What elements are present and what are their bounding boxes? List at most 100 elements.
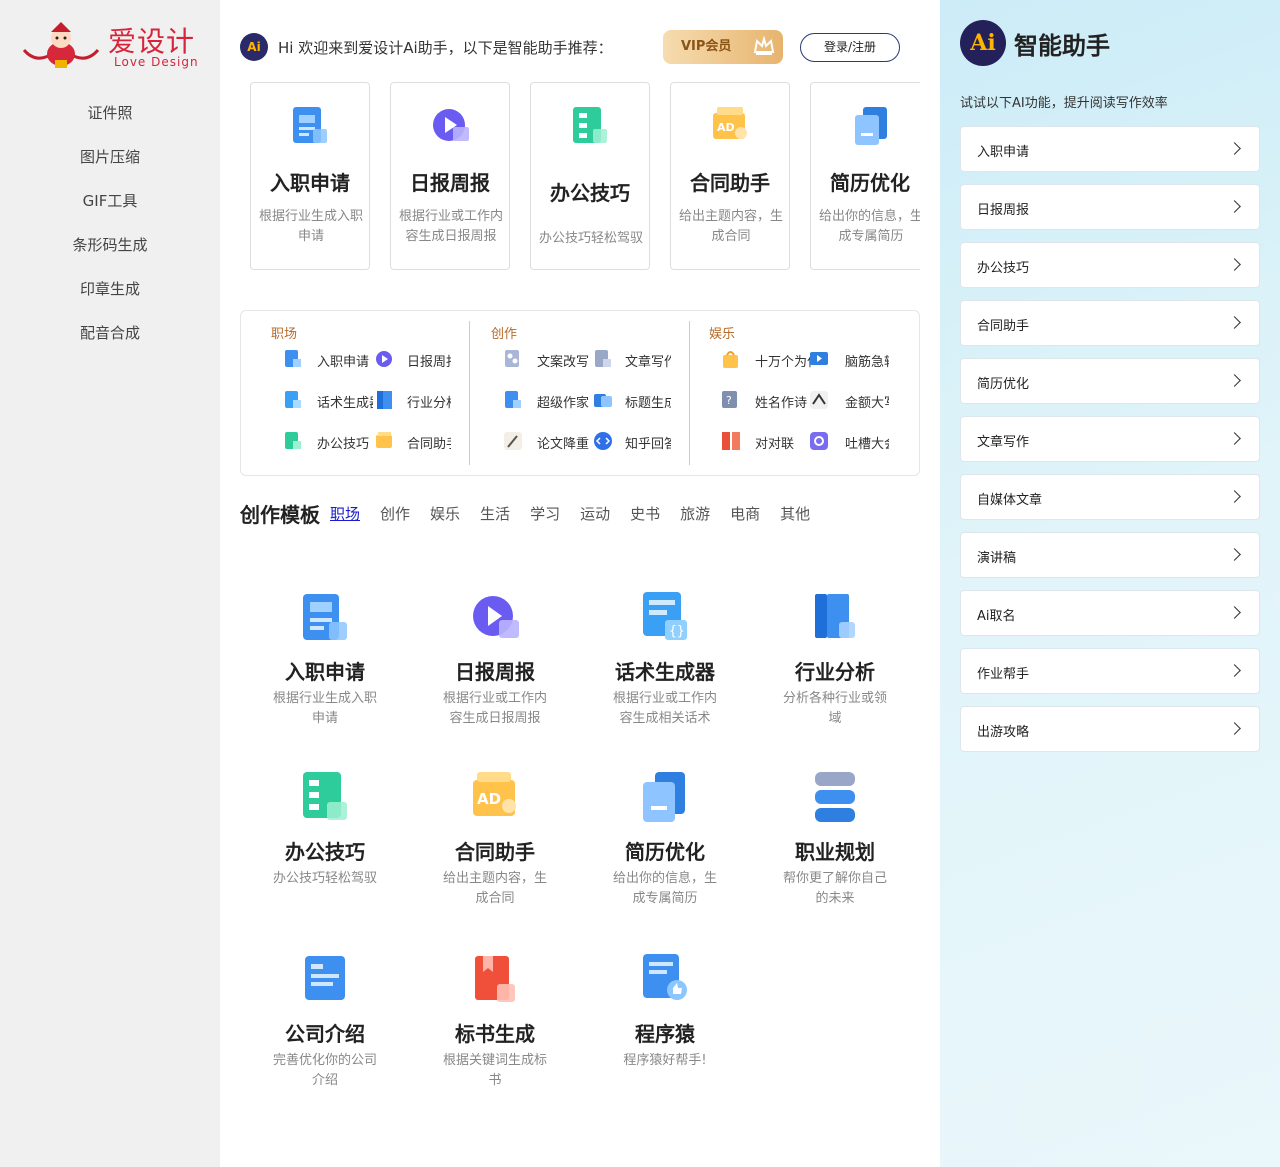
left-nav-item[interactable]: 印章生成 <box>0 270 220 314</box>
card-title: 入职申请 <box>270 171 350 195</box>
chevron-right-icon <box>1228 722 1241 735</box>
book-blue-icon <box>815 594 855 638</box>
left-nav-item[interactable]: GIF工具 <box>0 182 220 226</box>
recommend-card[interactable]: 简历优化 给出你的信息，生成专属简历 <box>810 82 920 270</box>
template-item[interactable]: 标书生成 根据关键词生成标书 <box>425 952 565 1091</box>
template-item[interactable]: {} 话术生成器 根据行业或工作内容生成相关话术 <box>595 590 735 729</box>
left-nav-item[interactable]: 图片压缩 <box>0 138 220 182</box>
play-purple-icon <box>433 109 469 141</box>
category-heading: 职场 <box>271 327 298 342</box>
template-item[interactable]: 简历优化 给出你的信息，生成专属简历 <box>595 770 735 909</box>
assistant-item[interactable]: 办公技巧 <box>960 242 1260 288</box>
left-nav-item[interactable]: 配音合成 <box>0 314 220 358</box>
template-title: 简历优化 <box>625 840 705 864</box>
assistant-item[interactable]: 演讲稿 <box>960 532 1260 578</box>
vip-button[interactable]: VIP会员 <box>663 30 783 64</box>
category-item[interactable]: 论文降重 <box>537 433 595 452</box>
recommend-card[interactable]: AD 合同助手 给出主题内容，生成合同 <box>670 82 790 270</box>
folder-blue-icon <box>855 107 887 145</box>
category-item[interactable]: 标题生成 <box>625 392 671 411</box>
document-blue-icon <box>505 391 521 408</box>
template-item[interactable]: AD 合同助手 给出主题内容，生成合同 <box>425 770 565 909</box>
assistant-item-label: 作业帮手 <box>977 667 1030 682</box>
category-item[interactable]: 金额大写 <box>845 392 889 411</box>
tab-workplace[interactable]: 职场 <box>330 503 360 524</box>
ai-logo-icon: Ai <box>960 20 1006 66</box>
assistant-item[interactable]: 入职申请 <box>960 126 1260 172</box>
tab-study[interactable]: 学习 <box>530 503 560 524</box>
greeting-text: Hi 欢迎来到爱设计Ai助手，以下是智能助手推荐： <box>278 38 613 57</box>
tab-entertainment[interactable]: 娱乐 <box>430 503 460 524</box>
assistant-item-label: 演讲稿 <box>977 551 1017 566</box>
card-blue-icon <box>305 956 345 1000</box>
template-title: 日报周报 <box>455 660 535 684</box>
template-item[interactable]: 入职申请 根据行业生成入职申请 <box>255 590 395 729</box>
grid-gray-icon <box>505 350 519 367</box>
template-desc: 给出主题内容，生成合同 <box>443 871 548 906</box>
template-title: 公司介绍 <box>285 1022 365 1046</box>
tab-other[interactable]: 其他 <box>780 503 810 524</box>
category-heading: 创作 <box>491 327 518 342</box>
category-item[interactable]: 日报周报 <box>407 351 451 370</box>
ad-orange-icon: AD <box>713 107 747 139</box>
category-item[interactable]: 话术生成器 <box>317 392 373 411</box>
template-item[interactable]: 公司介绍 完善优化你的公司介绍 <box>255 952 395 1091</box>
chevron-right-icon <box>1228 490 1241 503</box>
stack-blue-icon <box>815 772 855 822</box>
card-desc: 给出你的信息，生成专属简历 <box>818 209 920 244</box>
assistant-item[interactable]: 作业帮手 <box>960 648 1260 694</box>
category-item[interactable]: 超级作家 <box>537 392 591 411</box>
tab-creation[interactable]: 创作 <box>380 503 410 524</box>
category-panel: 职场 入职申请 日报周报 话术生成器 行业分析 办公技巧 合同助手 创作 文案改… <box>240 310 920 476</box>
template-desc: 完善优化你的公司介绍 <box>273 1053 378 1088</box>
assistant-item[interactable]: 自媒体文章 <box>960 474 1260 520</box>
category-item[interactable]: 脑筋急转弯 <box>845 351 889 370</box>
recommend-card[interactable]: 办公技巧 办公技巧轻松驾驭 <box>530 82 650 270</box>
chevron-right-icon <box>1228 374 1241 387</box>
category-item[interactable]: 知乎回答 <box>625 433 671 452</box>
assistant-item[interactable]: 文章写作 <box>960 416 1260 462</box>
assistant-item[interactable]: 简历优化 <box>960 358 1260 404</box>
crown-icon <box>753 36 775 55</box>
assistant-item[interactable]: 出游攻略 <box>960 706 1260 752</box>
template-item[interactable]: 程序猿 程序猿好帮手! <box>595 952 735 1071</box>
template-desc: 给出你的信息，生成专属简历 <box>613 871 718 906</box>
left-nav-item[interactable]: 证件照 <box>0 94 220 138</box>
brand-logo[interactable]: 爱设计 Love Design <box>18 18 203 74</box>
template-item[interactable]: 日报周报 根据行业或工作内容生成日报周报 <box>425 590 565 729</box>
category-item[interactable]: 吐槽大会 <box>845 433 889 452</box>
assistant-item[interactable]: Ai取名 <box>960 590 1260 636</box>
recommend-card[interactable]: 入职申请 根据行业生成入职申请 <box>250 82 370 270</box>
question-gray-icon: ? <box>722 391 737 408</box>
tab-life[interactable]: 生活 <box>480 503 510 524</box>
recommend-card[interactable]: 日报周报 根据行业或工作内容生成日报周报 <box>390 82 510 270</box>
assistant-item[interactable]: 日报周报 <box>960 184 1260 230</box>
category-section: 创作 文案改写 文章写作 超级作家 标题生成 论文降重 知乎回答 <box>461 311 689 475</box>
category-item[interactable]: 行业分析 <box>407 392 451 411</box>
category-item[interactable]: 合同助手 <box>407 433 451 452</box>
left-nav-item[interactable]: 条形码生成 <box>0 226 220 270</box>
chevron-right-icon <box>1228 142 1241 155</box>
login-button[interactable]: 登录/注册 <box>800 33 900 62</box>
template-item[interactable]: 职业规划 帮你更了解你自己的未来 <box>765 770 905 909</box>
template-item[interactable]: 办公技巧 办公技巧轻松驾驭 <box>255 770 395 889</box>
category-item[interactable]: 对对联 <box>755 433 811 452</box>
assistant-item[interactable]: 合同助手 <box>960 300 1260 346</box>
category-item[interactable]: 文章写作 <box>625 351 671 370</box>
category-item[interactable]: 姓名作诗 <box>755 392 811 411</box>
chevron-right-icon <box>1228 432 1241 445</box>
category-item[interactable]: 办公技巧 <box>317 433 371 452</box>
assistant-item-label: 自媒体文章 <box>977 493 1043 508</box>
template-item[interactable]: 行业分析 分析各种行业或领域 <box>765 590 905 729</box>
tab-sports[interactable]: 运动 <box>580 503 610 524</box>
card-desc: 办公技巧轻松驾驭 <box>538 231 643 246</box>
template-title: 程序猿 <box>635 1022 695 1046</box>
main-content: Ai Hi 欢迎来到爱设计Ai助手，以下是智能助手推荐： VIP会员 登录/注册… <box>220 0 940 1167</box>
category-item[interactable]: 十万个为什么 <box>755 351 811 370</box>
tab-history[interactable]: 史书 <box>630 503 660 524</box>
category-item[interactable]: 文案改写 <box>537 351 593 370</box>
tab-travel[interactable]: 旅游 <box>680 503 710 524</box>
document-blue-icon <box>293 107 327 143</box>
assistant-item-label: 日报周报 <box>977 203 1030 218</box>
tab-ecommerce[interactable]: 电商 <box>730 503 760 524</box>
